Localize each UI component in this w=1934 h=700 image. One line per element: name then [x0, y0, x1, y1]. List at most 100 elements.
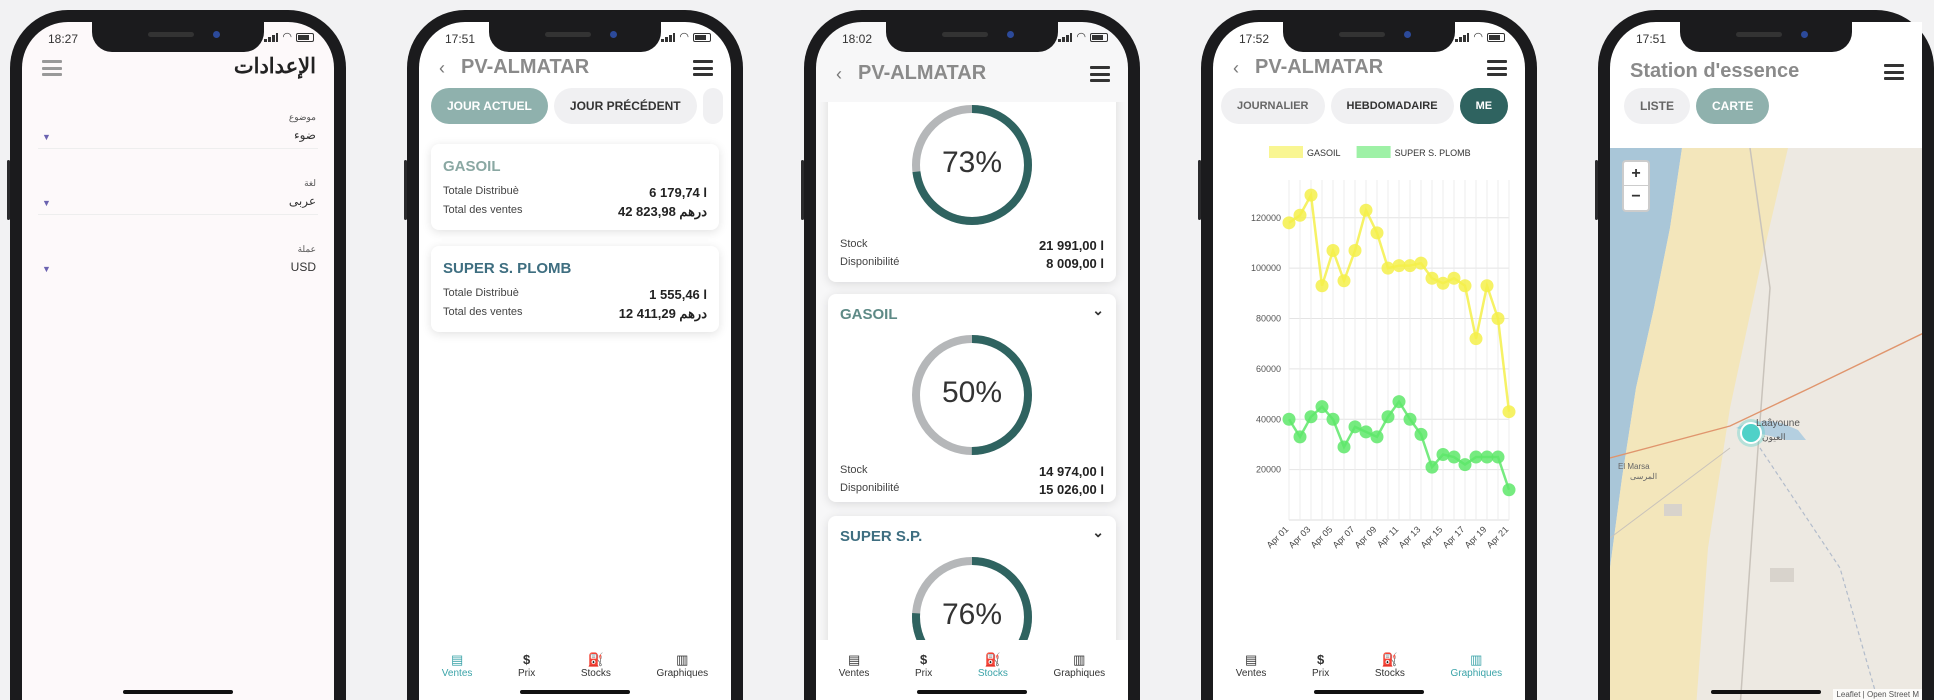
nav-label: Ventes: [441, 668, 473, 679]
nav-graphiques[interactable]: ▥ Graphiques: [1450, 652, 1502, 700]
menu-icon[interactable]: [42, 60, 62, 76]
zoom-control: + −: [1622, 160, 1650, 212]
phone-ventes: 17:51 ◠ ‹ PV-ALMATAR JOUR ACTUEL JOUR PR…: [404, 10, 743, 700]
back-icon[interactable]: ‹: [1233, 58, 1239, 79]
x-tick-label: Apr 15: [1419, 524, 1445, 550]
battery-icon: [1487, 33, 1505, 42]
sales-icon: ▤: [847, 652, 861, 667]
nav-ventes[interactable]: ▤ Ventes: [839, 652, 870, 700]
menu-icon[interactable]: [1487, 60, 1507, 76]
status-time: 18:02: [842, 32, 873, 46]
chart-grid: [1288, 180, 1510, 521]
zoom-out-button[interactable]: −: [1624, 186, 1648, 210]
row-value: 1 555,46 l: [649, 287, 707, 302]
legend-label: GASOIL: [1307, 148, 1341, 158]
chevron-down-icon[interactable]: ▼: [42, 264, 51, 274]
map-building: [1664, 504, 1682, 516]
chevron-down-icon[interactable]: ▼: [42, 198, 51, 208]
x-tick-label: Apr 13: [1397, 524, 1423, 550]
legend-swatch: [1356, 146, 1391, 158]
tab-liste[interactable]: LISTE: [1624, 88, 1691, 124]
status-bar: 17:51: [1610, 32, 1922, 50]
map-attribution[interactable]: Leaflet | Open Street M: [1833, 689, 1922, 700]
header: ‹ PV-ALMATAR: [419, 52, 731, 86]
nav-label: Graphiques: [656, 668, 709, 679]
status-time: 17:52: [1239, 32, 1270, 46]
tab-jour-precedent[interactable]: JOUR PRÉCÉDENT: [553, 88, 697, 124]
chevron-down-icon[interactable]: ⌄: [1092, 524, 1104, 541]
language-value[interactable]: عربى: [289, 194, 316, 208]
phone-settings: 18:27 ◠ الإعدادات موضوع ضوء ▼ لغة عربى ▼…: [7, 10, 346, 700]
data-point: [1414, 427, 1428, 441]
dollar-icon: $: [1317, 652, 1325, 667]
currency-value[interactable]: USD: [291, 260, 316, 274]
zoom-in-button[interactable]: +: [1624, 162, 1648, 186]
status-bar: 17:52 ◠: [1213, 32, 1525, 50]
chevron-down-icon[interactable]: ⌄: [1092, 302, 1104, 319]
stock-card[interactable]: 73% Stock 21 991,00 l Disponibilité 8 00…: [828, 102, 1116, 282]
card-row: Disponibilité 8 009,00 l: [840, 256, 1104, 271]
theme-value[interactable]: ضوء: [294, 128, 316, 142]
currency-label: عملة: [297, 244, 316, 254]
nav-graphiques[interactable]: ▥ Graphiques: [656, 652, 708, 700]
row-value: 21 991,00 l: [1038, 238, 1104, 253]
menu-icon[interactable]: [1090, 66, 1110, 82]
nav-label: Graphiques: [1053, 668, 1106, 679]
data-point: [1480, 279, 1494, 293]
tab-journalier[interactable]: JOURNALIER: [1221, 88, 1325, 124]
phone-screen: 18:02 ◠ ‹ PV-ALMATAR 73% Stock 21 991,00…: [816, 22, 1128, 700]
x-tick-label: Apr 11: [1375, 524, 1400, 549]
stock-list[interactable]: 73% Stock 21 991,00 l Disponibilité 8 00…: [816, 102, 1128, 640]
y-tick-label: 120000: [1251, 213, 1281, 223]
y-tick-label: 60000: [1256, 364, 1281, 374]
header: Station d'essence: [1610, 56, 1922, 90]
tab-hebdomadaire[interactable]: HEBDOMADAIRE: [1330, 88, 1454, 124]
tab-jour-actuel[interactable]: JOUR ACTUEL: [431, 88, 548, 124]
home-indicator: [917, 690, 1027, 694]
nav-label: Prix: [1312, 668, 1330, 679]
nav-ventes[interactable]: ▤ Ventes: [1236, 652, 1267, 700]
row-label: Total des ventes: [443, 204, 523, 216]
data-point: [1381, 410, 1395, 424]
back-icon[interactable]: ‹: [836, 64, 842, 85]
signal-icon: [1455, 33, 1470, 42]
menu-icon[interactable]: [1884, 64, 1904, 80]
row-value: 8 009,00 l: [1046, 256, 1104, 271]
page-title: PV-ALMATAR: [461, 56, 590, 78]
data-point: [1370, 226, 1384, 240]
data-point: [1326, 244, 1340, 258]
menu-icon[interactable]: [693, 60, 713, 76]
y-axis: 20000 40000 60000 80000 100000 120000: [1251, 213, 1281, 475]
x-axis: Apr 01Apr 03Apr 05Apr 07Apr 09Apr 11Apr …: [1265, 524, 1511, 550]
nav-graphiques[interactable]: ▥ Graphiques: [1053, 652, 1105, 700]
data-point: [1447, 271, 1461, 285]
page-title: الإعدادات: [233, 55, 316, 78]
chevron-down-icon[interactable]: ▼: [42, 132, 51, 142]
stock-card[interactable]: SUPER S.P. ⌄ 76%: [828, 516, 1116, 640]
map-view[interactable]: + − Laâyoune العيون El Marsa المرسى Leaf…: [1610, 148, 1922, 700]
x-tick-label: Apr 09: [1353, 524, 1379, 550]
card-row: Disponibilité 15 026,00 l: [840, 482, 1104, 497]
x-tick-label: Apr 05: [1309, 524, 1335, 550]
wifi-icon: ◠: [679, 31, 689, 43]
home-indicator: [1314, 690, 1424, 694]
data-point: [1436, 448, 1450, 462]
language-label: لغة: [304, 178, 316, 188]
fuel-card[interactable]: SUPER S. PLOMB Totale Distribuè 1 555,46…: [431, 246, 719, 332]
nav-label: Graphiques: [1450, 668, 1503, 679]
tab-carte[interactable]: CARTE: [1696, 88, 1770, 124]
back-icon[interactable]: ‹: [439, 58, 445, 79]
phone-map: 17:51 Station d'essence LISTE CARTE + − …: [1595, 10, 1934, 700]
row-label: Stock: [840, 464, 868, 476]
tab-bar: JOURNALIER HEBDOMADAIRE ME: [1221, 88, 1525, 126]
x-tick-label: Apr 17: [1441, 524, 1467, 550]
fuel-card[interactable]: GASOIL Totale Distribuè 6 179,74 l Total…: [431, 144, 719, 230]
tab-overflow[interactable]: [702, 88, 723, 124]
nav-ventes[interactable]: ▤ Ventes: [442, 652, 473, 700]
fuel-icon: ⛽: [587, 652, 604, 667]
status-bar: 17:51 ◠: [419, 32, 731, 50]
tab-mensuel[interactable]: ME: [1459, 88, 1509, 124]
status-time: 17:51: [1636, 32, 1667, 46]
x-tick-label: Apr 03: [1287, 524, 1313, 550]
stock-card[interactable]: GASOIL ⌄ 50% Stock 14 974,00 l Disponibi…: [828, 294, 1116, 502]
